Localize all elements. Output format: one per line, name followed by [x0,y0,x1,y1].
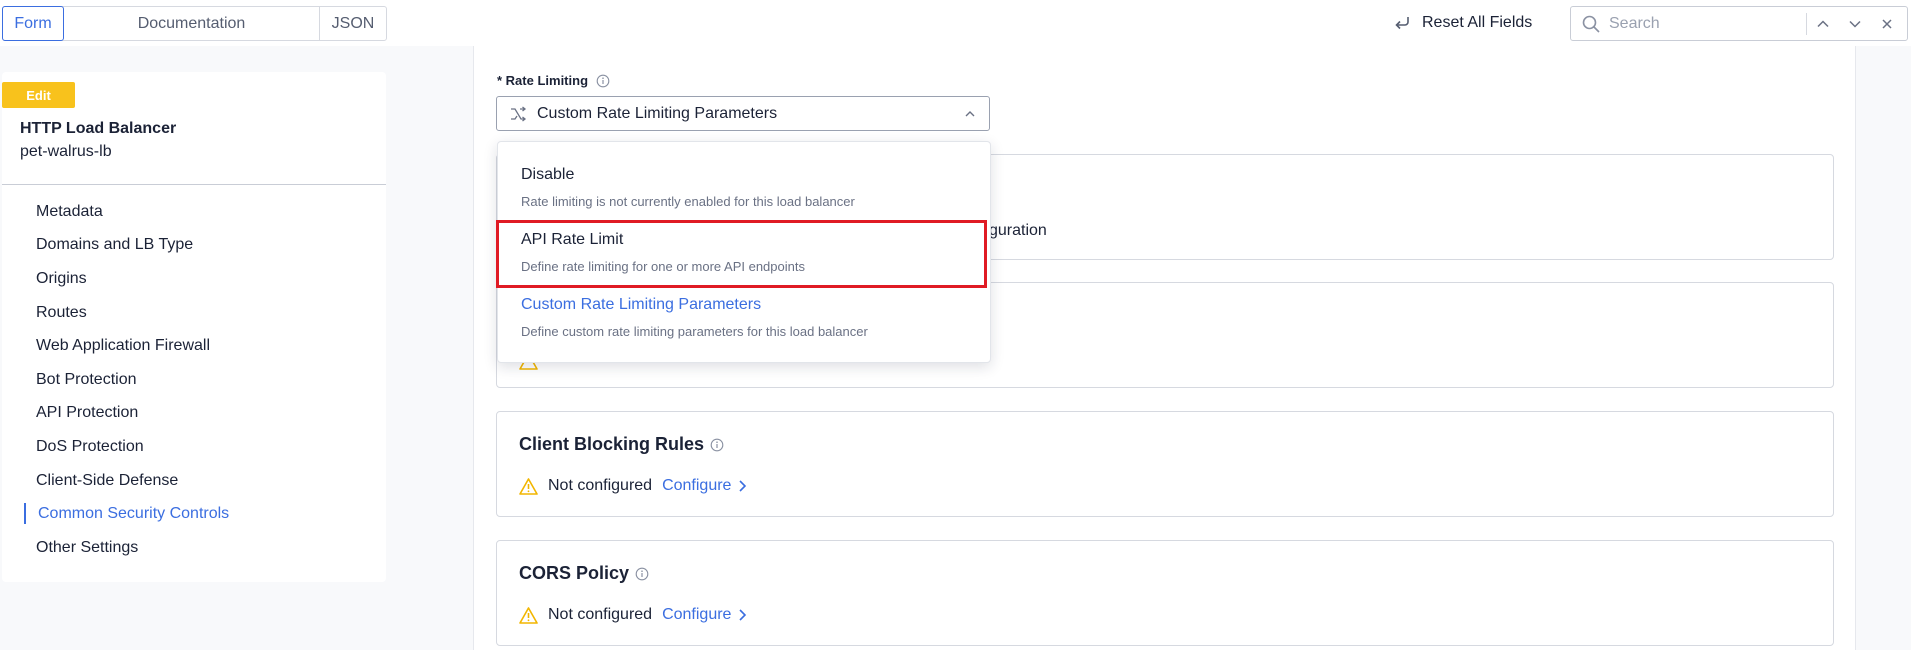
search-input[interactable] [1609,14,1794,33]
rate-limiting-selected-value: Custom Rate Limiting Parameters [537,104,778,122]
cors-policy-status-text: Not configured [548,606,653,623]
client-blocking-rules-status: Not configured Configure [519,477,747,495]
cors-policy-title: CORS Policy [519,563,649,584]
sidebar-divider [2,184,386,185]
client-blocking-rules-title-text: Client Blocking Rules [519,434,705,454]
sidebar-item-client-side-defense[interactable]: Client-Side Defense [2,464,386,498]
client-blocking-rules-configure-link[interactable]: Configure [662,477,747,495]
sidebar-item-bot-protection[interactable]: Bot Protection [2,363,386,397]
reset-all-fields-label: Reset All Fields [1422,14,1533,31]
cors-policy-status: Not configured Configure [519,606,747,624]
search-prev-button[interactable] [1807,16,1839,32]
cors-policy-configure-label: Configure [662,606,732,623]
chevron-right-icon [739,609,747,621]
tab-form[interactable]: Form [2,6,64,41]
option-api-rate-limit-label: API Rate Limit [521,231,624,248]
search-next-button[interactable] [1839,16,1871,32]
sidebar-item-common-security-controls[interactable]: Common Security Controls [2,497,386,531]
info-icon[interactable] [635,567,649,581]
chevron-down-icon [1849,20,1861,28]
info-icon[interactable] [710,438,724,452]
option-custom-rate-limiting-parameters-label: Custom Rate Limiting Parameters [521,296,762,313]
chevron-up-icon [965,110,975,116]
sidebar-item-metadata[interactable]: Metadata [2,195,386,229]
cors-policy-configure-link[interactable]: Configure [662,606,747,624]
chevron-up-icon [1817,19,1829,27]
tab-json[interactable]: JSON [320,7,386,40]
rate-limiting-label-text: * Rate Limiting [497,73,589,88]
option-disable[interactable]: Disable Rate limiting is not currently e… [498,157,992,221]
warning-icon [519,477,538,495]
search-clear-button[interactable] [1871,16,1903,32]
warning-icon [519,606,538,624]
sidebar-item-origins[interactable]: Origins [2,262,386,296]
top-bar: Form Documentation JSON Reset All Fields [0,0,1911,46]
info-icon[interactable] [596,74,610,88]
sidebar-nav: Metadata Domains and LB Type Origins Rou… [2,195,386,565]
branch-icon [511,105,527,122]
option-disable-description: Rate limiting is not currently enabled f… [521,194,855,209]
close-icon [1882,18,1892,29]
reset-all-fields-button[interactable]: Reset All Fields [1392,10,1532,36]
section-client-blocking-rules: Client Blocking Rules Not configured Con… [496,411,1834,517]
cors-policy-title-text: CORS Policy [519,563,630,583]
edit-badge: Edit [2,82,75,108]
client-blocking-rules-title: Client Blocking Rules [519,434,724,455]
sidebar-item-routes[interactable]: Routes [2,296,386,330]
rate-limiting-select[interactable]: Custom Rate Limiting Parameters [496,96,990,131]
rate-limiting-label: * Rate Limiting [497,73,610,88]
option-api-rate-limit-description: Define rate limiting for one or more API… [521,259,805,274]
client-blocking-rules-status-text: Not configured [548,477,653,494]
rate-limiting-dropdown: Disable Rate limiting is not currently e… [496,141,992,363]
sidebar-item-domains-and-lb-type[interactable]: Domains and LB Type [2,229,386,263]
option-disable-label: Disable [521,166,575,183]
chevron-right-icon [739,480,747,492]
search-box [1570,6,1908,41]
option-custom-rate-limiting-parameters-description: Define custom rate limiting parameters f… [521,324,868,339]
sidebar: Edit HTTP Load Balancer pet-walrus-lb Me… [2,72,386,582]
tab-documentation[interactable]: Documentation [64,7,320,40]
option-custom-rate-limiting-parameters[interactable]: Custom Rate Limiting Parameters Define c… [498,287,992,351]
object-name: pet-walrus-lb [20,143,112,160]
object-type: HTTP Load Balancer [20,120,177,137]
sidebar-item-api-protection[interactable]: API Protection [2,397,386,431]
client-blocking-rules-configure-label: Configure [662,477,732,494]
sidebar-item-dos-protection[interactable]: DoS Protection [2,430,386,464]
sidebar-item-web-application-firewall[interactable]: Web Application Firewall [2,329,386,363]
option-api-rate-limit[interactable]: API Rate Limit Define rate limiting for … [496,220,987,288]
sidebar-item-other-settings[interactable]: Other Settings [2,531,386,565]
view-tabs: Form Documentation JSON [2,6,387,41]
reset-icon [1395,17,1409,30]
search-icon [1582,15,1600,33]
section-cors-policy: CORS Policy Not configured Configure [496,540,1834,646]
section-card-1-text: guration [989,222,1047,239]
